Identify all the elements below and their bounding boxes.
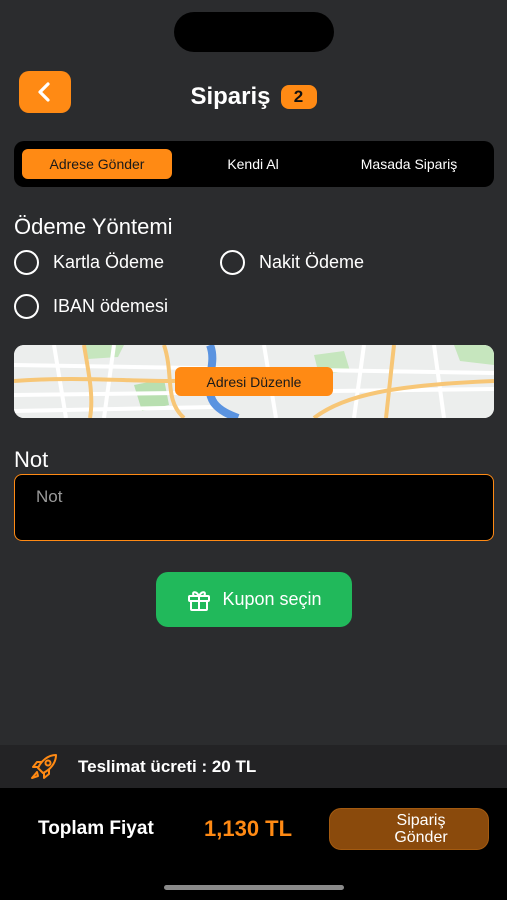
order-button-line2: Gönder (394, 829, 448, 846)
radio-circle-icon (14, 294, 39, 319)
order-button-line1: Sipariş (396, 812, 446, 829)
total-price-value: 1,130 TL (204, 816, 293, 841)
radio-label: IBAN ödemesi (53, 296, 169, 316)
address-map[interactable]: Adresi Düzenle (14, 345, 494, 418)
home-indicator[interactable] (164, 885, 344, 890)
gift-icon (188, 590, 211, 611)
note-placeholder: Not (36, 487, 63, 506)
radio-circle-icon (220, 250, 245, 275)
payment-method-title: Ödeme Yöntemi (14, 214, 173, 239)
submit-order-button[interactable]: Sipariş Gönder (329, 808, 489, 850)
select-coupon-button[interactable]: Kupon seçin (156, 572, 352, 627)
total-price-label: Toplam Fiyat (38, 818, 154, 839)
coupon-label: Kupon seçin (222, 589, 322, 609)
page-title: Sipariş (190, 83, 271, 110)
tab-masada-siparis[interactable]: Masada Sipariş (334, 149, 484, 179)
delivery-fee-text: Teslimat ücreti : 20 TL (78, 756, 257, 776)
tab-kendi-al[interactable]: Kendi Al (178, 149, 328, 179)
radio-label: Nakit Ödeme (259, 252, 365, 272)
radio-cash-payment[interactable]: Nakit Ödeme (220, 250, 364, 275)
checkout-footer: Toplam Fiyat 1,130 TL Sipariş Gönder (0, 788, 507, 900)
note-title: Not (14, 447, 49, 472)
radio-circle-icon (14, 250, 39, 275)
delivery-type-tabs: Adrese Gönder Kendi Al Masada Sipariş (14, 141, 494, 187)
rocket-icon (31, 753, 57, 779)
delivery-fee-bar: Teslimat ücreti : 20 TL (0, 745, 507, 788)
radio-iban-payment[interactable]: IBAN ödemesi (14, 294, 168, 319)
radio-label: Kartla Ödeme (53, 252, 165, 272)
radio-card-payment[interactable]: Kartla Ödeme (14, 250, 164, 275)
edit-address-button[interactable]: Adresi Düzenle (175, 367, 333, 396)
device-notch (174, 12, 334, 52)
note-input[interactable]: Not (14, 474, 494, 541)
tab-adrese-gonder[interactable]: Adrese Gönder (22, 149, 172, 179)
cart-count-badge: 2 (280, 85, 317, 109)
header: Sipariş 2 (0, 80, 507, 114)
